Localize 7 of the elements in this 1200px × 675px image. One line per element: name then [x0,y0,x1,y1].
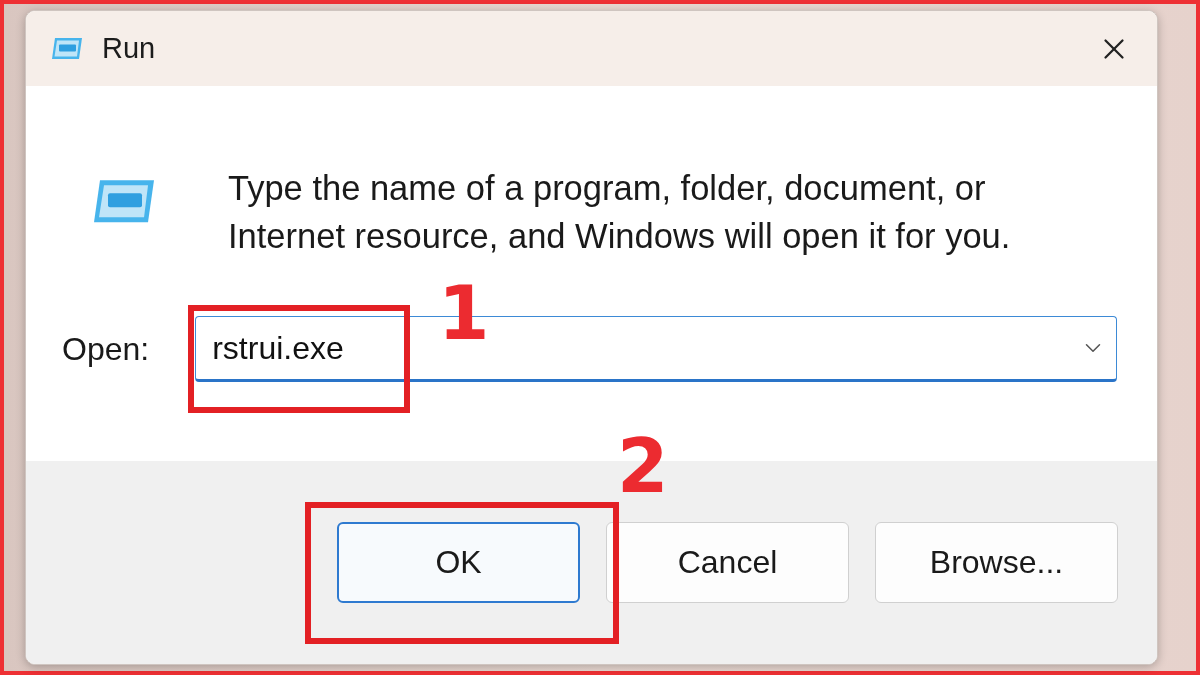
dialog-button[interactable]: OK [337,522,580,603]
open-label: Open: [62,330,150,368]
description-text: Type the name of a program, folder, document, or Internet resource, and Windows will open it for you. [228,168,1011,257]
step-number: 2 [617,429,669,503]
dialog-button[interactable]: Browse... [875,522,1118,603]
window-title: Run [102,32,157,65]
dialog-button[interactable]: Cancel [606,522,849,603]
